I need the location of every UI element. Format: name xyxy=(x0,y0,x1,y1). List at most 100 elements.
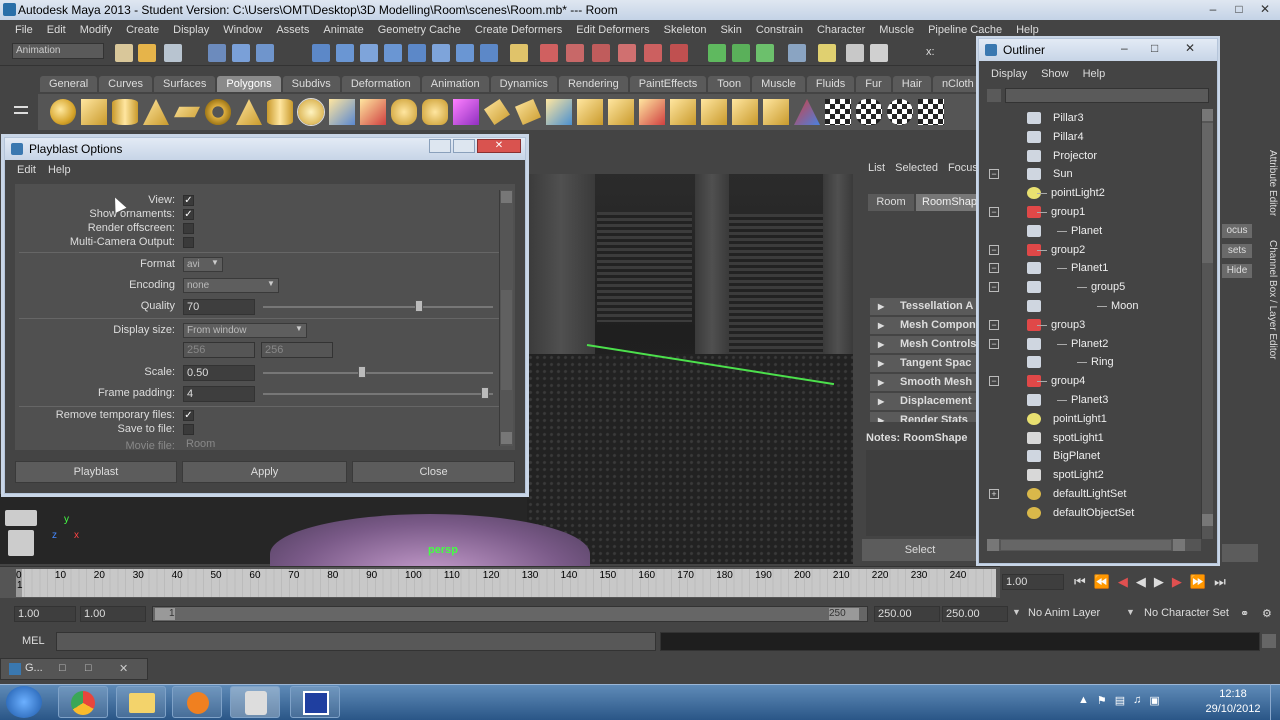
taskbar-chrome[interactable] xyxy=(58,686,108,718)
select-button[interactable]: Select xyxy=(862,539,978,561)
shelf-tab-painteffects[interactable]: PaintEffects xyxy=(629,76,707,92)
minimize-icon[interactable] xyxy=(429,139,451,153)
scroll-down-icon[interactable] xyxy=(1202,514,1213,526)
playblast-menu-edit[interactable]: Edit xyxy=(17,160,36,180)
input-field-icon[interactable] xyxy=(788,44,806,62)
view-checkbox[interactable]: ✓ xyxy=(183,195,194,206)
shelf-menu-icon[interactable] xyxy=(14,106,28,108)
shelf-tab-dynamics[interactable]: Dynamics xyxy=(490,76,557,92)
outliner-menu-help[interactable]: Help xyxy=(1083,63,1106,85)
animation-end-field[interactable]: 250.00 xyxy=(942,606,1008,622)
save-to-file-checkbox[interactable] xyxy=(183,424,194,435)
mel-label[interactable]: MEL xyxy=(22,635,45,647)
collapse-icon[interactable]: − xyxy=(989,282,999,293)
bridge-icon[interactable] xyxy=(515,99,541,125)
node-tab-room[interactable]: Room xyxy=(868,194,914,211)
view-cube-icon[interactable] xyxy=(5,510,37,526)
outliner-item-defaultobjectset[interactable]: defaultObjectSet xyxy=(987,504,1197,523)
outliner-item-planet2[interactable]: − Planet2 xyxy=(987,335,1197,354)
outliner-item-sun[interactable]: − Sun xyxy=(987,165,1197,184)
hide-button[interactable]: Hide xyxy=(1222,264,1252,278)
outliner-menu-show[interactable]: Show xyxy=(1041,63,1069,85)
menu-skin[interactable]: Skin xyxy=(713,24,748,36)
select-object-icon[interactable] xyxy=(232,44,250,62)
shelf-tab-hair[interactable]: Hair xyxy=(892,76,931,92)
menu-display[interactable]: Display xyxy=(166,24,216,36)
attr-section-render-stats[interactable]: Render Stats xyxy=(870,412,976,422)
animation-start-field[interactable]: 1.00 xyxy=(14,606,76,622)
show-desktop-button[interactable] xyxy=(1270,684,1280,720)
save-scene-icon[interactable] xyxy=(164,44,182,62)
maximize-icon[interactable]: □ xyxy=(85,662,92,674)
lock-selection-icon[interactable] xyxy=(510,44,528,62)
mirror-geometry-icon[interactable] xyxy=(453,99,479,125)
menu-geometry-cache[interactable]: Geometry Cache xyxy=(371,24,468,36)
character-set-dropdown[interactable]: No Character Set xyxy=(1144,607,1229,619)
extract-icon[interactable] xyxy=(763,99,789,125)
attr-section-smooth-mesh[interactable]: Smooth Mesh xyxy=(870,374,976,391)
scale-slider-track[interactable] xyxy=(263,372,493,374)
collapse-icon[interactable]: − xyxy=(989,319,999,330)
step-back-key-icon[interactable]: ⏪ xyxy=(1094,574,1110,590)
maximize-icon[interactable] xyxy=(453,139,475,153)
shelf-tab-toon[interactable]: Toon xyxy=(708,76,751,92)
scroll-down-icon[interactable] xyxy=(501,432,512,444)
shelf-tab-subdivs[interactable]: Subdivs xyxy=(282,76,340,92)
scroll-up-icon[interactable] xyxy=(501,191,512,203)
multi-camera-output-checkbox[interactable] xyxy=(183,237,194,248)
scale-field[interactable]: 0.50 xyxy=(183,365,255,381)
shelf-tab-general[interactable]: General xyxy=(40,76,98,92)
minimize-icon[interactable]: – xyxy=(1200,0,1226,18)
menu-file[interactable]: File xyxy=(8,24,40,36)
render-view-icon[interactable] xyxy=(818,44,836,62)
collapse-icon[interactable]: − xyxy=(989,169,999,180)
poly-torus-icon[interactable] xyxy=(205,99,231,125)
spherical-mapping-icon[interactable] xyxy=(887,99,913,125)
outliner-item-group3[interactable]: − group3 xyxy=(987,316,1197,335)
remove-temp-files-checkbox[interactable]: ✓ xyxy=(183,410,194,421)
frame-padding-field[interactable]: 4 xyxy=(183,386,255,402)
select-joints-icon[interactable] xyxy=(336,44,354,62)
scroll-up-icon[interactable] xyxy=(1202,109,1213,121)
select-deformers-icon[interactable] xyxy=(408,44,426,62)
select-component-icon[interactable] xyxy=(256,44,274,62)
menu-pipeline-cache[interactable]: Pipeline Cache xyxy=(921,24,1009,36)
key-icon[interactable]: ⚭ xyxy=(1240,607,1249,620)
split-polygon-icon[interactable] xyxy=(577,99,603,125)
select-rendering-icon[interactable] xyxy=(456,44,474,62)
render-offscreen-checkbox[interactable] xyxy=(183,223,194,234)
outliner-hscrollbar[interactable] xyxy=(987,539,1201,551)
close-icon[interactable]: ✕ xyxy=(1185,41,1195,55)
outliner-item-group4[interactable]: − group4 xyxy=(987,372,1197,391)
scroll-left-icon[interactable] xyxy=(987,539,999,551)
select-dynamics-icon[interactable] xyxy=(432,44,450,62)
shelf-tab-deformation[interactable]: Deformation xyxy=(341,76,420,92)
options-scrollbar[interactable] xyxy=(499,190,513,446)
taskbar-maya[interactable] xyxy=(230,686,280,718)
poly-plane-icon[interactable] xyxy=(174,106,200,118)
poly-sphere-icon[interactable] xyxy=(50,99,76,125)
node-tab-roomshape[interactable]: RoomShape xyxy=(916,194,976,211)
outliner-item-pillar3[interactable]: Pillar3 xyxy=(987,109,1197,128)
movie-file-field[interactable]: Room xyxy=(183,437,493,450)
channel-menu-focus[interactable]: Focus xyxy=(948,162,978,174)
outliner-item-ring[interactable]: Ring xyxy=(987,353,1197,372)
range-start-handle[interactable]: 1 xyxy=(155,608,175,620)
poke-face-icon[interactable] xyxy=(670,99,696,125)
poly-pipe-icon[interactable] xyxy=(267,99,293,125)
snap-point-icon[interactable] xyxy=(592,44,610,62)
maximize-icon[interactable]: □ xyxy=(1226,0,1252,18)
outliner-item-group2[interactable]: − group2 xyxy=(987,241,1197,260)
pick-mask-icon[interactable] xyxy=(312,44,330,62)
snap-grid-icon[interactable] xyxy=(540,44,558,62)
new-scene-icon[interactable] xyxy=(115,44,133,62)
menu-create-deformers[interactable]: Create Deformers xyxy=(468,24,569,36)
outliner-menu-display[interactable]: Display xyxy=(991,63,1027,85)
outliner-item-projector[interactable]: Projector xyxy=(987,147,1197,166)
menu-create[interactable]: Create xyxy=(119,24,166,36)
playblast-menu-help[interactable]: Help xyxy=(48,160,71,180)
time-slider[interactable] xyxy=(0,566,1000,598)
boolean-union-icon[interactable] xyxy=(422,99,448,125)
append-polygon-icon[interactable] xyxy=(546,99,572,125)
tray-network-icon[interactable]: ▤ xyxy=(1115,694,1125,707)
